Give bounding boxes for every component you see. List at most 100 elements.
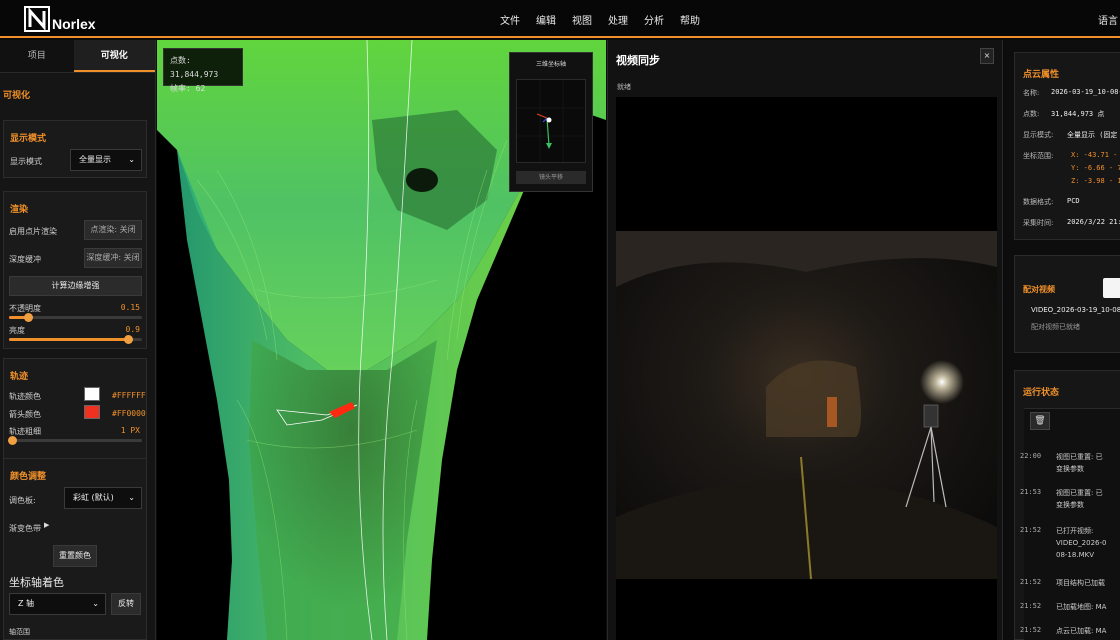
chevron-down-icon: ⌄ xyxy=(128,155,135,164)
range-x-value: X: -43.71 - 4 xyxy=(1071,151,1120,159)
log-message-cont: 变换参数 xyxy=(1056,501,1084,509)
tab-visualization[interactable]: 可视化 xyxy=(73,40,155,72)
axis-select[interactable]: Z 轴 ⌄ xyxy=(9,593,106,615)
video-image xyxy=(616,231,997,580)
fps-label: 帧率: xyxy=(170,84,191,93)
arrow-color-value: #FF0000 xyxy=(112,409,146,418)
log-time: 22:00 xyxy=(1020,452,1042,460)
name-label: 名称: xyxy=(1023,89,1040,97)
display-mode-select[interactable]: 全量显示 ⌄ xyxy=(70,149,142,171)
track-width-slider-handle[interactable] xyxy=(8,436,17,445)
points-value: 31,844,973 xyxy=(170,70,219,79)
brightness-label: 亮度 xyxy=(9,326,25,335)
display-mode-card: 显示模式 显示模式 全量显示 ⌄ xyxy=(3,120,147,178)
brightness-slider[interactable] xyxy=(9,338,142,341)
depth-buffer-label: 深度缓冲 xyxy=(9,255,41,264)
menu-file[interactable]: 文件 xyxy=(500,12,520,27)
format-value: PCD xyxy=(1067,197,1080,205)
app-logo: Norlex xyxy=(24,4,96,34)
logo-text: Norlex xyxy=(52,16,96,32)
time-value: 2026/3/22 21: xyxy=(1067,218,1120,226)
edge-enhance-button[interactable]: 计算边缘增强 xyxy=(9,276,142,296)
left-panel: 项目 可视化 可视化 显示模式 显示模式 全量显示 ⌄ 渲染 启用点片渲染 点渲… xyxy=(0,40,156,640)
track-color-swatch[interactable] xyxy=(84,387,100,401)
render-title: 渲染 xyxy=(10,205,29,215)
language-menu[interactable]: 语言 xyxy=(1098,12,1118,27)
log-message-cont: 08-18.MKV xyxy=(1056,551,1094,559)
video-frame[interactable] xyxy=(616,97,997,640)
invert-button[interactable]: 反转 xyxy=(111,593,141,615)
close-icon[interactable]: × xyxy=(980,48,994,64)
display-mode-title: 显示模式 xyxy=(10,134,47,144)
log-time: 21:52 xyxy=(1020,526,1042,534)
points-label: 点数: xyxy=(170,56,191,65)
brightness-value: 0.9 xyxy=(125,325,140,334)
count-value: 31,844,973 点 xyxy=(1051,110,1105,118)
color-adjust-card: 颜色调整 调色板: 彩虹 (默认) ⌄ 渐变色带 ▶ 重置颜色 坐标轴着色 Z … xyxy=(3,458,147,640)
brightness-slider-handle[interactable] xyxy=(124,335,134,344)
log-message: 已加载地图: MA xyxy=(1056,603,1107,611)
menu-analyze[interactable]: 分析 xyxy=(644,12,664,27)
menu-view[interactable]: 视图 xyxy=(572,12,592,27)
depth-buffer-toggle[interactable]: 深度缓冲: 关闭 xyxy=(84,248,142,268)
camera-pan-button[interactable]: 镜头平移 xyxy=(516,171,586,184)
opacity-label: 不透明度 xyxy=(9,304,41,313)
arrow-color-swatch[interactable] xyxy=(84,405,100,419)
time-label: 采集时间: xyxy=(1023,219,1054,227)
point-render-toggle[interactable]: 点渲染: 关闭 xyxy=(84,220,142,240)
name-value: 2026-03-19_10-08- xyxy=(1051,88,1120,96)
properties-title: 点云属性 xyxy=(1023,70,1060,80)
track-title: 轨迹 xyxy=(10,372,29,382)
log-message-cont: VIDEO_2026-0 xyxy=(1056,539,1107,547)
menu-help[interactable]: 帮助 xyxy=(680,12,700,27)
fps-value: 62 xyxy=(195,84,206,93)
reset-color-button[interactable]: 重置颜色 xyxy=(53,545,97,567)
right-panel: 点云属性 名称: 2026-03-19_10-08- 点数: 31,844,97… xyxy=(1004,40,1120,640)
arrow-color-label: 箭头颜色 xyxy=(9,410,41,419)
track-color-label: 轨迹颜色 xyxy=(9,392,41,401)
color-adjust-title: 颜色调整 xyxy=(10,472,47,482)
palette-value: 彩虹 (默认) xyxy=(73,493,114,502)
gradient-label: 渐变色带 xyxy=(9,524,41,533)
axis-gizmo-canvas[interactable] xyxy=(516,79,587,164)
tab-project[interactable]: 项目 xyxy=(0,40,74,72)
palette-label: 调色板: xyxy=(9,496,36,505)
log-message: 视图已重置: 已 xyxy=(1056,453,1103,461)
logo-icon xyxy=(24,6,50,32)
log-message: 点云已加载: MA xyxy=(1056,627,1107,635)
track-width-slider[interactable] xyxy=(9,439,142,442)
paired-video-button[interactable] xyxy=(1103,278,1120,298)
point-render-label: 启用点片渲染 xyxy=(9,227,57,236)
axis-value: Z 轴 xyxy=(18,599,35,608)
chevron-down-icon: ⌄ xyxy=(128,493,135,502)
opacity-slider-handle[interactable] xyxy=(24,313,34,322)
menu-process[interactable]: 处理 xyxy=(608,12,628,27)
paired-video-title: 配对视频 xyxy=(1023,285,1055,294)
log-time: 21:52 xyxy=(1020,626,1042,634)
palette-select[interactable]: 彩虹 (默认) ⌄ xyxy=(64,487,142,509)
log-message: 视图已重置: 已 xyxy=(1056,489,1103,497)
log-time: 21:52 xyxy=(1020,602,1042,610)
format-label: 数据格式: xyxy=(1023,198,1054,206)
log-message: 已打开视频: xyxy=(1056,527,1094,535)
play-triangle-icon[interactable]: ▶ xyxy=(44,521,49,529)
chevron-down-icon: ⌄ xyxy=(92,599,99,608)
paired-video-card: 配对视频 VIDEO_2026-03-19_10-08-18.M 配对视频已就绪 xyxy=(1014,255,1120,353)
point-cloud-properties-card: 点云属性 名称: 2026-03-19_10-08- 点数: 31,844,97… xyxy=(1014,52,1120,240)
range-label: 坐标范围: xyxy=(1023,152,1054,160)
render-card: 渲染 启用点片渲染 点渲染: 关闭 深度缓冲 深度缓冲: 关闭 计算边缘增强 不… xyxy=(3,191,147,349)
range-y-value: Y: -6.66 - 7 xyxy=(1071,164,1120,172)
trash-icon[interactable]: 🗑 xyxy=(1030,412,1050,430)
menu-edit[interactable]: 编辑 xyxy=(536,12,556,27)
video-sync-panel: 视频同步 × 就绪 xyxy=(607,40,1003,640)
panel-heading: 可视化 xyxy=(3,91,31,101)
mode-value: 全量显示 (固定 xyxy=(1067,131,1118,139)
viewport-stats: 点数: 31,844,973 帧率: 62 xyxy=(163,48,243,93)
display-mode-label: 显示模式 xyxy=(10,157,42,166)
axis-range-label: 轴范围 xyxy=(9,628,30,636)
opacity-value: 0.15 xyxy=(120,303,140,312)
point-cloud-viewport[interactable]: 点数: 31,844,973 帧率: 62 三维坐标轴 镜头平移 xyxy=(157,40,606,640)
axis-gizmo-title: 三维坐标轴 xyxy=(535,61,566,68)
track-width-value: 1 PX xyxy=(120,426,140,435)
main-menu: 文件 编辑 视图 处理 分析 帮助 xyxy=(500,12,700,27)
